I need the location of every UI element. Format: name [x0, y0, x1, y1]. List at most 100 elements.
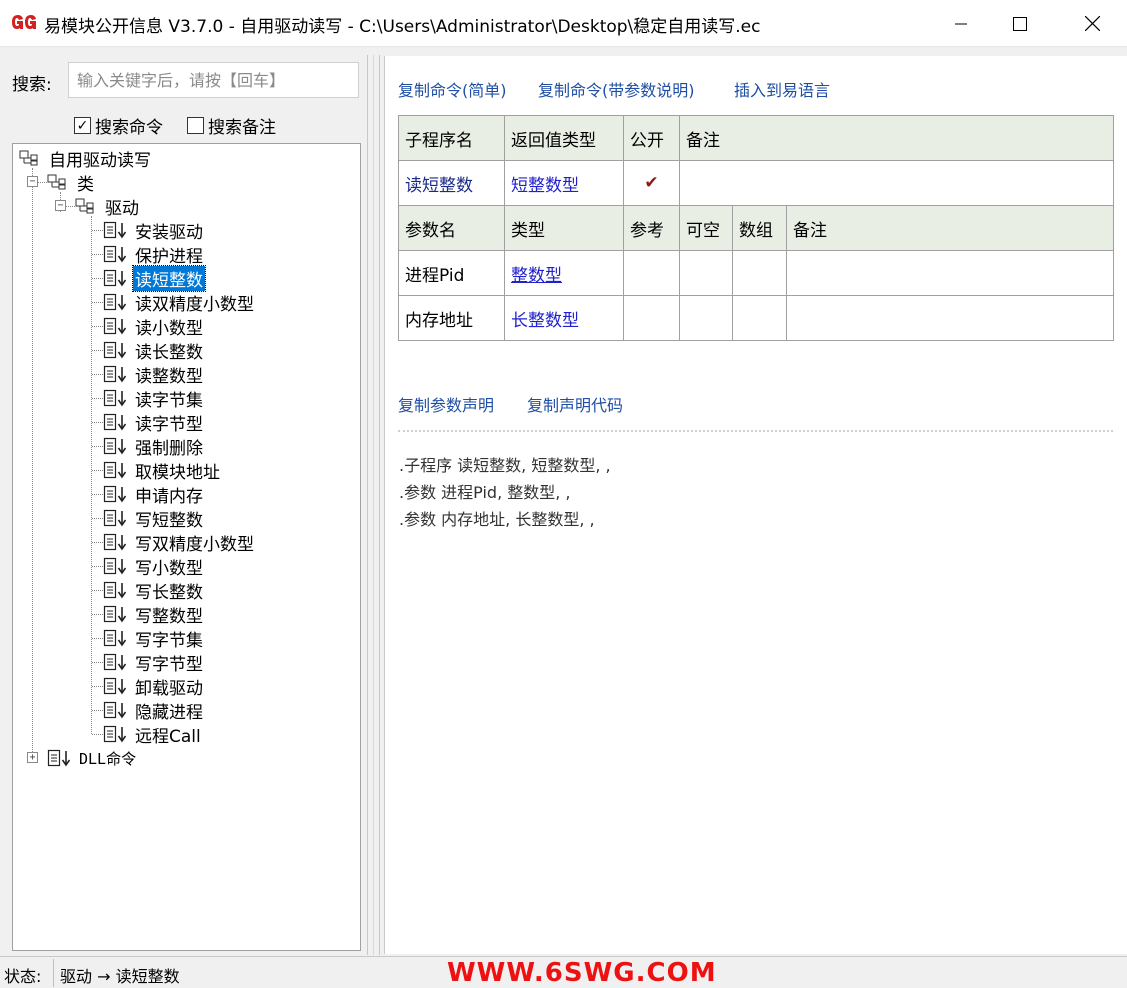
tree-node-method[interactable]: 读小数型	[103, 314, 205, 339]
tree-label-method: 读双精度小数型	[135, 294, 254, 315]
tree-label-method: 读小数型	[135, 318, 203, 339]
module-tree[interactable]: 自用驱动读写 − 类 − 驱动 安装驱动保护进程 读短整数 读双精度小数型 读小数型读…	[12, 143, 361, 951]
param-ref-cell	[623, 295, 680, 341]
watermark: WWW.6SWG.COM	[447, 958, 717, 988]
copy-command-simple-link[interactable]: 复制命令(简单)	[398, 77, 507, 101]
collapse-toggle[interactable]: −	[55, 200, 66, 211]
tree-connector	[92, 494, 103, 495]
tree-connector	[92, 422, 103, 423]
copy-param-declaration-link[interactable]: 复制参数声明	[398, 392, 494, 416]
param-ref-cell	[623, 250, 680, 296]
param-ref-header: 参考	[623, 205, 680, 251]
param-array-cell	[732, 250, 787, 296]
tree-node-method[interactable]: 读字节型	[103, 410, 205, 435]
sub-note-cell	[678, 160, 1115, 206]
tree-connector	[92, 662, 103, 663]
tree-node-method[interactable]: 强制删除	[103, 434, 205, 459]
param-row: 内存地址 长整数型	[398, 295, 1115, 341]
tree-node-method[interactable]: 远程Call	[103, 722, 203, 747]
command-icon	[103, 605, 127, 623]
code-line: .参数 内存地址, 长整数型, ,	[399, 510, 595, 529]
search-commands-checkbox[interactable]: ✓ 搜索命令	[74, 113, 163, 138]
tree-node-method[interactable]: 保护进程	[103, 242, 205, 267]
param-type-link[interactable]: 长整数型	[504, 295, 624, 341]
panel-splitter[interactable]	[367, 55, 380, 955]
param-note-cell	[785, 250, 1115, 296]
tree-connector	[92, 278, 103, 279]
param-name-cell: 内存地址	[398, 295, 505, 341]
tree-connector	[92, 542, 103, 543]
code-line: .子程序 读短整数, 短整数型, ,	[399, 456, 611, 475]
status-bar: 状态: 驱动 → 读短整数 WWW.6SWG.COM	[0, 956, 1127, 988]
tree-node-root[interactable]: 自用驱动读写	[19, 146, 153, 171]
tree-node-method[interactable]: 读短整数	[103, 264, 206, 292]
command-icon	[103, 341, 127, 359]
param-type-link[interactable]: 整数型	[504, 250, 624, 296]
tree-node-method[interactable]: 读整数型	[103, 362, 205, 387]
close-button[interactable]	[1069, 0, 1115, 47]
tree-label-method: 隐藏进程	[135, 702, 203, 723]
tree-node-method[interactable]: 读字节集	[103, 386, 205, 411]
tree-node-method[interactable]: 卸载驱动	[103, 674, 205, 699]
tree-label-method: 读短整数	[132, 264, 206, 292]
search-input[interactable]	[68, 62, 359, 98]
command-icon	[103, 509, 127, 527]
tree-node-method[interactable]: 取模块地址	[103, 458, 222, 483]
tree-node-method[interactable]: 写短整数	[103, 506, 205, 531]
tree-node-method[interactable]: 隐藏进程	[103, 698, 205, 723]
maximize-button[interactable]	[997, 0, 1043, 47]
tree-connector	[92, 470, 103, 471]
param-nullable-cell	[679, 295, 733, 341]
expand-toggle[interactable]: +	[27, 752, 38, 763]
window-title: 易模块公开信息 V3.7.0 - 自用驱动读写 - C:\Users\Admin…	[44, 17, 761, 37]
copy-declaration-code-link[interactable]: 复制声明代码	[527, 392, 623, 416]
tree-node-method[interactable]: 安装驱动	[103, 218, 205, 243]
return-type-cell[interactable]: 短整数型	[504, 160, 624, 206]
tree-node-class[interactable]: 驱动	[75, 194, 141, 219]
tree-label-method: 读长整数	[135, 342, 203, 363]
minimize-button[interactable]	[938, 0, 984, 47]
param-type-header: 类型	[504, 205, 624, 251]
command-icon	[103, 653, 127, 671]
command-icon	[103, 269, 127, 287]
tree-node-class-group[interactable]: 类	[47, 170, 96, 195]
tree-label-method: 读字节集	[135, 390, 203, 411]
tree-node-method[interactable]: 写整数型	[103, 602, 205, 627]
tree-node-method[interactable]: 写字节型	[103, 650, 205, 675]
tree-node-dll[interactable]: DLL命令	[47, 746, 138, 770]
command-icon	[103, 581, 127, 599]
tree-node-method[interactable]: 写小数型	[103, 554, 205, 579]
status-label: 状态:	[4, 967, 42, 986]
command-icon	[103, 437, 127, 455]
param-array-header: 数组	[732, 205, 787, 251]
tree-connector	[92, 734, 103, 735]
tree-label-method: 写短整数	[135, 510, 203, 531]
tree-label-dll: DLL命令	[79, 749, 137, 768]
detail-panel: 复制命令(简单) 复制命令(带参数说明) 插入到易语言 子程序名 返回值类型 公…	[384, 56, 1127, 954]
tree-label-method: 读字节型	[135, 414, 203, 435]
checkbox-checked-icon: ✓	[74, 117, 91, 134]
tree-node-method[interactable]: 写长整数	[103, 578, 205, 603]
tree-node-method[interactable]: 申请内存	[103, 482, 205, 507]
param-nullable-header: 可空	[679, 205, 733, 251]
collapse-toggle[interactable]: −	[27, 176, 38, 187]
command-icon	[103, 461, 127, 479]
sub-name-header: 子程序名	[398, 115, 505, 161]
command-icon	[103, 365, 127, 383]
tree-connector	[32, 168, 33, 758]
search-notes-checkbox[interactable]: 搜索备注	[187, 113, 276, 138]
tree-label-method: 保护进程	[135, 246, 203, 267]
tree-label-method: 写双精度小数型	[135, 534, 254, 555]
tree-node-method[interactable]: 读长整数	[103, 338, 205, 363]
tree-connector	[92, 374, 103, 375]
tree-node-method[interactable]: 读双精度小数型	[103, 290, 256, 315]
copy-command-with-params-link[interactable]: 复制命令(带参数说明)	[538, 77, 695, 101]
tree-label-root: 自用驱动读写	[49, 150, 151, 171]
tree-node-method[interactable]: 写字节集	[103, 626, 205, 651]
insert-to-eyuyan-link[interactable]: 插入到易语言	[734, 77, 830, 101]
tree-connector	[92, 590, 103, 591]
param-nullable-cell	[679, 250, 733, 296]
tree-node-method[interactable]: 写双精度小数型	[103, 530, 256, 555]
maximize-icon	[1013, 16, 1027, 31]
tree-label-method: 写整数型	[135, 606, 203, 627]
